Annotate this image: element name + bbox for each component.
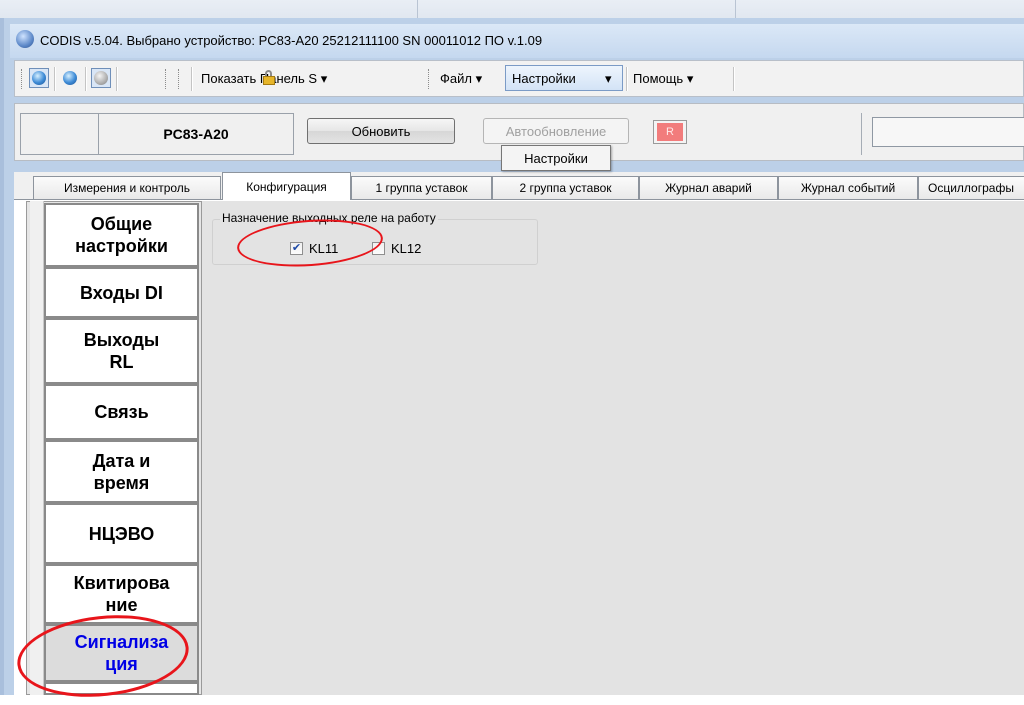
status-field (872, 117, 1024, 147)
app-globe-icon (16, 30, 34, 48)
tab-event-log[interactable]: Журнал событий (778, 176, 918, 199)
chevron-down-icon: ▾ (320, 71, 328, 86)
sidebar-scrollbar[interactable] (30, 201, 44, 695)
sidebar-item-communication[interactable]: Связь (44, 384, 199, 440)
tab-measurements[interactable]: Измерения и контроль (33, 176, 221, 199)
menu-settings[interactable]: Настройки ▾ (505, 65, 623, 91)
disconnect-globe-icon[interactable] (91, 68, 111, 88)
menu-file-label: Файл (440, 71, 472, 86)
menu-settings-label: Настройки (512, 71, 576, 86)
chevron-down-icon: ▾ (686, 71, 694, 86)
sidebar-item-inputs-di[interactable]: Входы DI (44, 267, 199, 318)
autorefresh-button[interactable]: Автообновление (483, 118, 629, 144)
toolbar-separator (116, 67, 117, 91)
sidebar-item-ncevo[interactable]: НЦЭВО (44, 503, 199, 564)
sidebar-item-outputs-rl[interactable]: Выходы RL (44, 318, 199, 384)
chevron-down-icon: ▾ (605, 71, 612, 86)
toolbar-separator (733, 67, 734, 91)
configuration-panel (202, 201, 1024, 695)
toolbar-separator (54, 67, 55, 91)
record-indicator[interactable]: R (653, 120, 687, 144)
device-name: PC83-A20 (98, 113, 294, 155)
toolbar: Показать Панель S ▾ Файл ▾ Настройки ▾ П… (14, 60, 1024, 97)
sidebar-item-date-time[interactable]: Дата и время (44, 440, 199, 503)
toolbar-grip[interactable] (428, 69, 432, 89)
connect-globe-icon[interactable] (29, 68, 49, 88)
toolbar-grip[interactable] (21, 69, 25, 89)
tab-settings-group-2[interactable]: 2 группа уставок (492, 176, 639, 199)
tab-settings-group-1[interactable]: 1 группа уставок (351, 176, 492, 199)
toolbar-grip[interactable] (165, 69, 169, 89)
toolbar-separator (191, 67, 192, 91)
sidebar-item-general-settings[interactable]: Общие настройки (44, 203, 199, 267)
record-indicator-label: R (657, 123, 683, 141)
refresh-button[interactable]: Обновить (307, 118, 455, 144)
device-status-cell (20, 113, 98, 155)
menu-help[interactable]: Помощь ▾ (633, 71, 693, 87)
toolbar-grip[interactable] (178, 69, 182, 89)
menu-help-label: Помощь (633, 71, 684, 86)
show-panel-label: Показать Панель S (201, 71, 318, 86)
kl12-label: KL12 (391, 241, 422, 256)
network-globe-icon[interactable] (60, 68, 80, 88)
toolbar-separator (85, 67, 86, 91)
lock-icon[interactable] (261, 70, 277, 86)
window-title: CODIS v.5.04. Выбрано устройство: PC83-A… (40, 33, 543, 48)
chevron-down-icon: ▾ (475, 71, 483, 86)
tab-oscillographs[interactable]: Осциллографы (918, 176, 1024, 199)
tab-fault-log[interactable]: Журнал аварий (639, 176, 778, 199)
menu-file[interactable]: Файл ▾ (440, 71, 482, 87)
toolbar-separator (626, 67, 627, 91)
settings-tooltip: Настройки (501, 145, 611, 171)
device-bar-separator (861, 113, 862, 155)
tab-configuration[interactable]: Конфигурация (222, 172, 351, 200)
